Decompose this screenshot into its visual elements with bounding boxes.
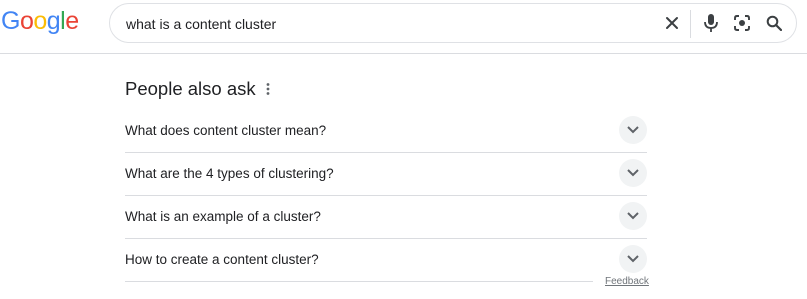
chevron-down-icon[interactable] — [619, 202, 647, 230]
search-input[interactable]: what is a content cluster — [126, 16, 276, 32]
question-text: How to create a content cluster? — [125, 252, 319, 267]
logo-letter: g — [46, 7, 61, 35]
logo-letter: o — [33, 7, 47, 35]
question-row[interactable]: What are the 4 types of clustering? — [125, 153, 647, 196]
top-bar: Google what is a content cluster — [0, 0, 807, 54]
paa-title: People also ask — [125, 78, 256, 99]
chevron-down-icon[interactable] — [619, 116, 647, 144]
paa-header: People also ask — [125, 76, 647, 102]
question-text: What are the 4 types of clustering? — [125, 166, 334, 181]
microphone-icon[interactable] — [698, 10, 724, 36]
logo-letter: G — [1, 7, 20, 35]
logo-letter: e — [65, 7, 79, 35]
clear-icon[interactable] — [659, 10, 685, 36]
question-text: What does content cluster mean? — [125, 123, 327, 138]
question-list: What does content cluster mean? What are… — [125, 110, 647, 281]
search-icon[interactable] — [761, 10, 787, 36]
logo-letter: o — [19, 7, 34, 35]
google-logo[interactable]: Google — [1, 6, 79, 36]
question-row[interactable]: What is an example of a cluster? — [125, 196, 647, 239]
search-box[interactable]: what is a content cluster — [109, 3, 797, 43]
people-also-ask: People also ask What does content cluste… — [125, 76, 647, 281]
question-row[interactable]: What does content cluster mean? — [125, 110, 647, 153]
chevron-down-icon[interactable] — [619, 245, 647, 273]
question-row[interactable]: How to create a content cluster? — [125, 239, 647, 281]
more-options-icon[interactable] — [261, 82, 275, 96]
lens-icon[interactable] — [729, 10, 755, 36]
search-divider — [690, 10, 691, 38]
question-text: What is an example of a cluster? — [125, 209, 321, 224]
feedback-link[interactable]: Feedback — [605, 276, 649, 287]
chevron-down-icon[interactable] — [619, 159, 647, 187]
bottom-divider — [125, 281, 593, 282]
